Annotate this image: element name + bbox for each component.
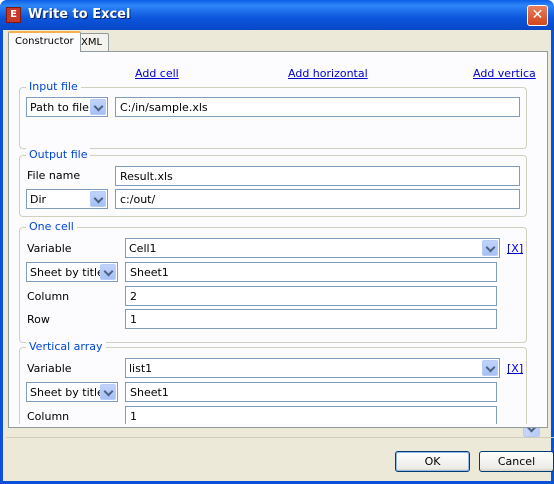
chevron-down-icon[interactable] — [482, 360, 498, 376]
cell-column-value: 2 — [130, 290, 137, 303]
column-label: Column — [27, 290, 70, 303]
vertical-array-group: Vertical array Variable list1 [X] Sheet … — [19, 340, 527, 424]
window-title: Write to Excel — [28, 7, 131, 22]
array-sheet-mode-value: Sheet by title — [30, 386, 104, 399]
dialog-window: E Write to Excel ✕ Constructor XML Add c… — [0, 0, 554, 484]
scroll-area: Add cell Add horizontal Add vertica Inpu… — [17, 59, 538, 424]
add-cell-link[interactable]: Add cell — [135, 67, 179, 80]
array-variable-value: list1 — [129, 362, 153, 375]
array-sheet-field[interactable]: Sheet1 — [125, 382, 497, 402]
cell-row-field[interactable]: 1 — [125, 309, 497, 329]
title-bar[interactable]: E Write to Excel ✕ — [0, 0, 554, 30]
vertical-array-legend: Vertical array — [26, 340, 106, 353]
array-sheet-value: Sheet1 — [130, 386, 169, 399]
chevron-down-icon[interactable] — [90, 191, 106, 207]
array-column-value: 1 — [130, 410, 137, 423]
input-file-legend: Input file — [26, 80, 81, 93]
array-column-field[interactable]: 1 — [125, 406, 497, 424]
input-path-mode-select[interactable]: Path to file — [26, 97, 108, 117]
one-cell-legend: One cell — [26, 220, 77, 233]
output-path-value: c:/out/ — [120, 193, 156, 206]
tab-constructor[interactable]: Constructor — [8, 31, 81, 52]
chevron-down-icon[interactable] — [482, 240, 498, 256]
array-variable-select[interactable]: list1 — [125, 358, 500, 378]
cancel-button[interactable]: Cancel — [479, 451, 554, 472]
output-file-legend: Output file — [26, 148, 91, 161]
add-horizontal-link[interactable]: Add horizontal — [288, 67, 368, 80]
one-cell-group: One cell Variable Cell1 [X] Sheet by tit… — [19, 220, 527, 343]
cell-sheet-value: Sheet1 — [130, 266, 169, 279]
remove-array-link[interactable]: [X] — [507, 362, 523, 375]
add-vertical-link[interactable]: Add vertica — [473, 67, 536, 80]
input-path-value: C:/in/sample.xls — [120, 101, 208, 114]
close-button[interactable]: ✕ — [527, 5, 548, 26]
chevron-down-icon[interactable] — [100, 384, 116, 400]
remove-cell-link[interactable]: [X] — [507, 242, 523, 255]
file-name-value: Result.xls — [120, 170, 173, 183]
chevron-down-icon[interactable] — [100, 264, 116, 280]
divider — [6, 437, 554, 438]
file-name-label: File name — [27, 169, 81, 182]
chevron-down-icon[interactable] — [90, 99, 106, 115]
app-excel-icon: E — [6, 7, 21, 23]
output-file-group: Output file File name Result.xls Dir c:/… — [19, 148, 527, 217]
cell-row-value: 1 — [130, 313, 137, 326]
output-dir-mode-value: Dir — [30, 193, 47, 206]
input-path-field[interactable]: C:/in/sample.xls — [115, 97, 520, 117]
array-sheet-mode-select[interactable]: Sheet by title — [26, 382, 118, 402]
output-dir-mode-select[interactable]: Dir — [26, 189, 108, 209]
dialog-client: Constructor XML Add cell Add horizontal … — [3, 30, 554, 481]
cell-variable-value: Cell1 — [129, 242, 157, 255]
input-path-mode-value: Path to file — [30, 101, 89, 114]
row-label: Row — [27, 313, 50, 326]
column-label: Column — [27, 410, 70, 423]
cell-column-field[interactable]: 2 — [125, 286, 497, 306]
ok-button[interactable]: OK — [395, 451, 470, 472]
output-path-field[interactable]: c:/out/ — [115, 189, 520, 209]
variable-label: Variable — [27, 362, 72, 375]
variable-label: Variable — [27, 242, 72, 255]
constructor-panel: Add cell Add horizontal Add vertica Inpu… — [8, 51, 548, 428]
file-name-field[interactable]: Result.xls — [115, 166, 520, 186]
cell-sheet-field[interactable]: Sheet1 — [125, 262, 497, 282]
cell-sheet-mode-value: Sheet by title — [30, 266, 104, 279]
cell-sheet-mode-select[interactable]: Sheet by title — [26, 262, 118, 282]
cell-variable-select[interactable]: Cell1 — [125, 238, 500, 258]
input-file-group: Input file Path to file C:/in/sample.xls — [19, 80, 527, 149]
